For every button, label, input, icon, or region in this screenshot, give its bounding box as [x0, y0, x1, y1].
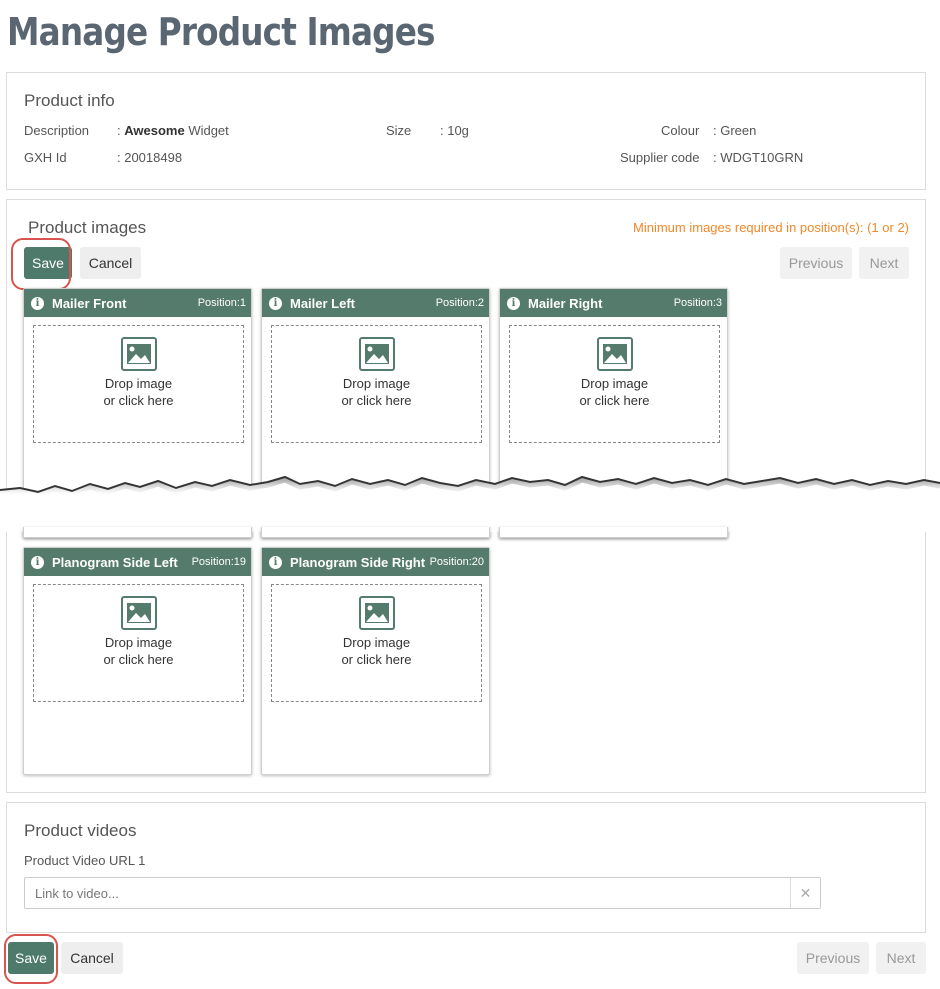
drop-text: Drop image or click here: [341, 635, 412, 667]
card-header: i Planogram Side Left Position:19: [24, 548, 251, 576]
page-title: Manage Product Images: [7, 10, 435, 54]
image-card-planogram-side-right: i Planogram Side Right Position:20 Drop …: [261, 547, 490, 775]
cancel-button[interactable]: Cancel: [80, 247, 141, 279]
card-header: i Planogram Side Right Position:20: [262, 548, 489, 576]
product-videos-heading: Product videos: [24, 821, 137, 840]
card-title: Planogram Side Left: [52, 554, 178, 570]
card-position: Position:3: [673, 297, 722, 309]
minimum-images-warning: Minimum images required in position(s): …: [633, 220, 909, 235]
supplier-code-label: Supplier code: [620, 150, 700, 165]
colour-value: : Green: [713, 123, 757, 138]
video-url-field: ✕: [24, 877, 821, 909]
image-icon: [596, 337, 633, 371]
product-info-heading: Product info: [24, 91, 115, 110]
supplier-code-value: : WDGT10GRN: [713, 150, 804, 165]
image-icon: [358, 596, 395, 630]
drop-text: Drop image or click here: [103, 376, 174, 408]
torn-edge-break: [0, 475, 940, 532]
size-value: : 10g: [440, 123, 469, 138]
info-icon[interactable]: i: [269, 555, 282, 569]
description-rest: Widget: [184, 123, 229, 138]
card-title: Mailer Right: [528, 295, 603, 311]
product-videos-panel: Product videos Product Video URL 1 ✕: [6, 802, 926, 933]
card-header: i Mailer Left Position:2: [262, 289, 489, 317]
image-icon: [358, 337, 395, 371]
save-button[interactable]: Save: [24, 247, 72, 279]
footer-previous-button[interactable]: Previous: [797, 942, 869, 974]
gxh-id-value: : 20018498: [117, 150, 183, 165]
clear-icon[interactable]: ✕: [790, 878, 820, 908]
image-icon: [120, 337, 157, 371]
card-title: Mailer Front: [52, 295, 127, 311]
image-dropzone[interactable]: Drop image or click here: [33, 584, 244, 702]
card-title: Planogram Side Right: [290, 554, 426, 570]
image-icon: [120, 596, 157, 630]
info-icon[interactable]: i: [269, 296, 282, 310]
video-url-input[interactable]: [25, 878, 791, 908]
description-bold: Awesome: [124, 123, 185, 138]
card-position: Position:2: [435, 297, 484, 309]
product-images-heading: Product images: [28, 218, 147, 237]
card-header: i Mailer Front Position:1: [24, 289, 251, 317]
card-position: Position:19: [191, 556, 246, 568]
card-bottom-stub: [499, 527, 728, 538]
next-button[interactable]: Next: [859, 247, 909, 279]
image-card-planogram-side-left: i Planogram Side Left Position:19 Drop i…: [23, 547, 252, 775]
footer-cancel-button[interactable]: Cancel: [61, 942, 123, 974]
footer-save-button[interactable]: Save: [8, 942, 54, 974]
video-url-label: Product Video URL 1: [24, 853, 146, 868]
size-label: Size: [386, 123, 412, 138]
card-bottom-stub: [261, 527, 490, 538]
image-dropzone[interactable]: Drop image or click here: [509, 325, 720, 443]
card-title: Mailer Left: [290, 295, 356, 311]
description-label: Description: [24, 123, 90, 138]
image-dropzone[interactable]: Drop image or click here: [271, 584, 482, 702]
card-position: Position:20: [429, 556, 484, 568]
drop-text: Drop image or click here: [103, 635, 174, 667]
card-header: i Mailer Right Position:3: [500, 289, 727, 317]
image-dropzone[interactable]: Drop image or click here: [33, 325, 244, 443]
info-icon[interactable]: i: [31, 296, 44, 310]
description-value: : Awesome Widget: [117, 123, 229, 138]
drop-text: Drop image or click here: [579, 376, 650, 408]
footer-next-button[interactable]: Next: [876, 942, 926, 974]
drop-text: Drop image or click here: [341, 376, 412, 408]
product-info-panel: Product info Description : Awesome Widge…: [6, 72, 926, 190]
colour-label: Colour: [661, 123, 700, 138]
info-icon[interactable]: i: [507, 296, 520, 310]
card-position: Position:1: [197, 297, 246, 309]
card-bottom-stub: [23, 527, 252, 538]
info-icon[interactable]: i: [31, 555, 44, 569]
previous-button[interactable]: Previous: [780, 247, 852, 279]
image-dropzone[interactable]: Drop image or click here: [271, 325, 482, 443]
gxh-id-label: GXH Id: [24, 150, 67, 165]
